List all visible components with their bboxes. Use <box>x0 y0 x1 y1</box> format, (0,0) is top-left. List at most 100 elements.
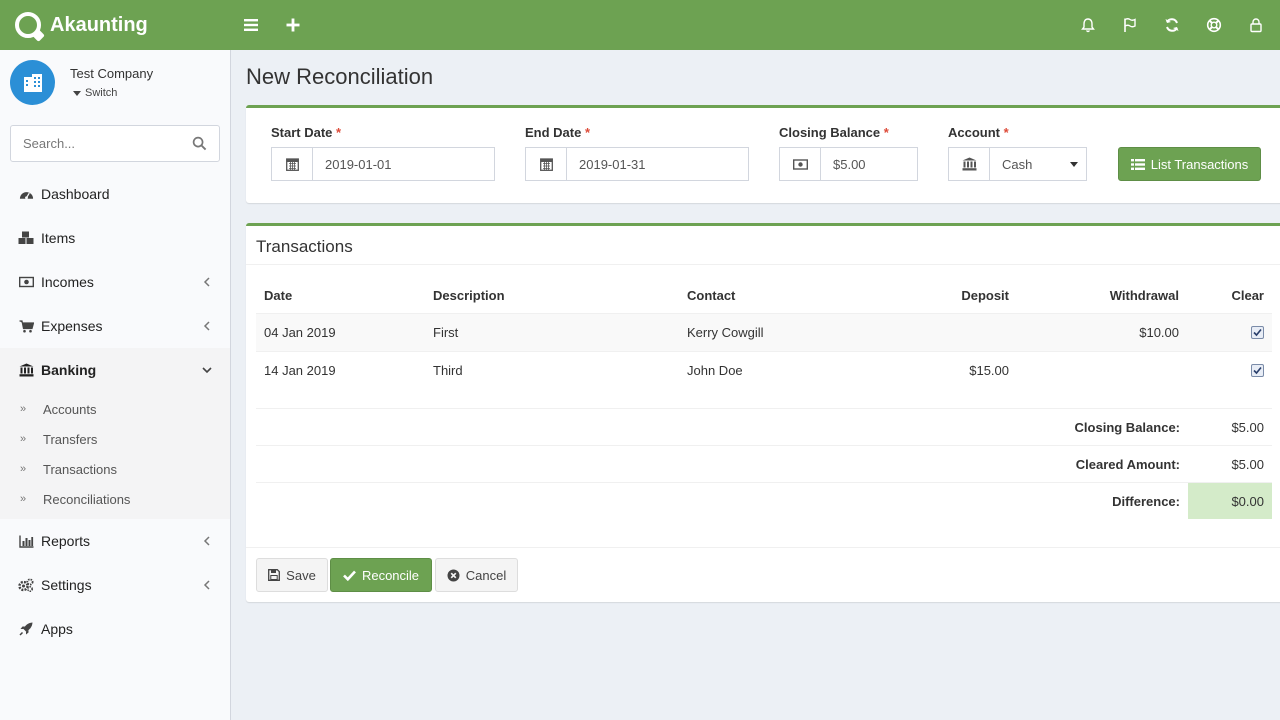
chevron-left-icon <box>203 580 210 590</box>
notifications-button[interactable] <box>1067 0 1109 50</box>
sidebar: Test Company Switch Dashboard Items Inco… <box>0 50 231 720</box>
double-angle-right-icon: » <box>20 463 27 475</box>
list-icon <box>1130 158 1145 170</box>
akaunting-logo-icon <box>15 12 41 38</box>
clear-checkbox[interactable] <box>1251 326 1264 339</box>
help-button[interactable] <box>1193 0 1235 50</box>
reconciliation-form: Start Date * End Date * Closing Balance … <box>246 105 1280 203</box>
closing-balance-field <box>779 147 918 181</box>
sidebar-toggle-button[interactable] <box>230 0 272 50</box>
bank-icon <box>18 362 34 378</box>
bar-chart-icon <box>18 533 34 549</box>
sidebar-subitem-label: Transfers <box>43 431 98 447</box>
gears-icon <box>18 577 34 593</box>
end-date-input[interactable] <box>579 156 748 172</box>
save-label: Save <box>286 567 316 583</box>
column-header-contact: Contact <box>687 287 736 303</box>
top-navbar: Akaunting <box>0 0 1280 50</box>
sidebar-item-dashboard[interactable]: Dashboard <box>0 172 230 216</box>
account-label-text: Account <box>948 125 1000 140</box>
sidebar-subitem-label: Accounts <box>43 401 97 417</box>
list-transactions-label: List Transactions <box>1150 156 1249 172</box>
caret-down-icon <box>1070 161 1078 167</box>
column-header-clear: Clear <box>1231 287 1264 303</box>
floppy-disk-icon <box>268 569 281 581</box>
required-mark: * <box>1003 125 1009 140</box>
sidebar-subitem-accounts[interactable]: » Accounts <box>0 394 230 424</box>
closing-balance-label-text: Closing Balance <box>779 125 881 140</box>
start-date-label: Start Date * <box>271 125 341 140</box>
cell-description: First <box>433 325 459 340</box>
life-ring-icon <box>1206 17 1222 33</box>
company-switch-link[interactable]: Switch <box>70 87 153 99</box>
summary-cleared-amount-value: $5.00 <box>1231 456 1264 472</box>
banking-submenu: » Accounts » Transfers » Transactions » Reco… <box>0 392 230 519</box>
sidebar-subitem-label: Reconciliations <box>43 491 131 507</box>
lock-user-icon <box>1250 18 1262 33</box>
cell-contact: John Doe <box>687 363 743 378</box>
page-title: New Reconciliation <box>246 64 434 89</box>
search-icon[interactable] <box>192 136 207 151</box>
sidebar-item-expenses[interactable]: Expenses <box>0 304 230 348</box>
menu-icon <box>244 19 258 31</box>
reconcile-button[interactable]: Reconcile <box>330 558 432 592</box>
shopping-cart-icon <box>18 318 34 334</box>
summary-difference-value: $0.00 <box>1231 493 1264 509</box>
chevron-left-icon <box>203 321 210 331</box>
column-header-deposit: Deposit <box>961 287 1009 303</box>
table-row: 04 Jan 2019 First Kerry Cowgill $10.00 <box>256 314 1272 351</box>
company-avatar <box>10 60 55 105</box>
sidebar-item-label: Items <box>41 230 76 246</box>
divider <box>246 547 1280 548</box>
start-date-field <box>271 147 495 181</box>
sidebar-item-label: Banking <box>41 362 97 378</box>
refresh-icon <box>1165 18 1179 32</box>
check-icon <box>1253 366 1262 375</box>
bell-icon <box>1081 18 1095 33</box>
closing-balance-label: Closing Balance * <box>779 125 889 140</box>
calendar-icon <box>526 148 567 180</box>
sidebar-item-apps[interactable]: Apps <box>0 607 230 651</box>
cell-description: Third <box>433 363 463 378</box>
cell-date: 14 Jan 2019 <box>264 363 336 378</box>
sidebar-nav: Dashboard Items Incomes Expenses Banking… <box>0 172 230 651</box>
chevron-left-icon <box>203 277 210 287</box>
sidebar-item-items[interactable]: Items <box>0 216 230 260</box>
cell-date: 04 Jan 2019 <box>264 325 336 340</box>
sidebar-subitem-transfers[interactable]: » Transfers <box>0 424 230 454</box>
sidebar-item-incomes[interactable]: Incomes <box>0 260 230 304</box>
closing-balance-input[interactable] <box>833 156 917 172</box>
account-selected-value: Cash <box>1002 156 1033 172</box>
summary-difference-label: Difference: <box>1112 493 1180 509</box>
calendar-icon <box>272 148 313 180</box>
clear-checkbox[interactable] <box>1251 364 1264 377</box>
sidebar-item-reports[interactable]: Reports <box>0 519 230 563</box>
start-date-input[interactable] <box>325 156 494 172</box>
sidebar-item-banking[interactable]: Banking <box>0 348 230 392</box>
chevron-down-icon <box>202 367 212 374</box>
sidebar-item-label: Reports <box>41 533 91 549</box>
double-angle-right-icon: » <box>20 403 27 415</box>
double-angle-right-icon: » <box>20 493 27 505</box>
list-transactions-button[interactable]: List Transactions <box>1118 147 1261 181</box>
quick-add-button[interactable] <box>272 0 314 50</box>
caret-down-icon <box>73 90 81 96</box>
updates-button[interactable] <box>1109 0 1151 50</box>
brand[interactable]: Akaunting <box>0 0 230 50</box>
sidebar-subitem-transactions[interactable]: » Transactions <box>0 454 230 484</box>
double-angle-right-icon: » <box>20 433 27 445</box>
cancel-button[interactable]: Cancel <box>435 558 518 592</box>
user-menu-button[interactable] <box>1235 0 1277 50</box>
sidebar-subitem-reconciliations[interactable]: » Reconciliations <box>0 484 230 514</box>
sidebar-item-settings[interactable]: Settings <box>0 563 230 607</box>
check-icon <box>1253 328 1262 337</box>
start-date-label-text: Start Date <box>271 125 333 140</box>
refresh-button[interactable] <box>1151 0 1193 50</box>
account-select[interactable]: Cash <box>948 147 1087 181</box>
sidebar-item-label: Dashboard <box>41 186 110 202</box>
search-input[interactable] <box>23 136 183 151</box>
save-button[interactable]: Save <box>256 558 328 592</box>
column-header-date: Date <box>264 287 293 303</box>
company-switch-label: Switch <box>85 87 118 99</box>
cancel-label: Cancel <box>465 567 507 583</box>
